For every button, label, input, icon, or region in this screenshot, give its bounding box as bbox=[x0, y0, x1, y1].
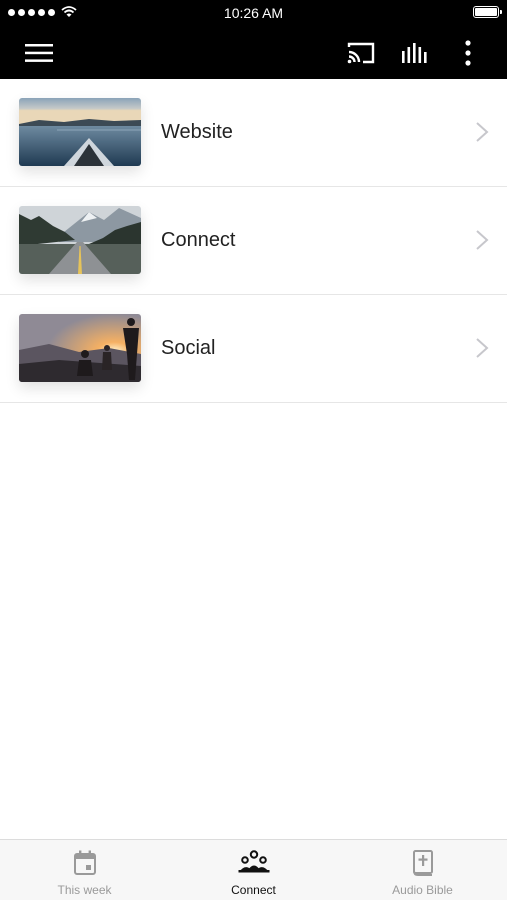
more-vert-icon bbox=[465, 39, 471, 66]
status-bar: 10:26 AM bbox=[0, 0, 507, 26]
bible-icon bbox=[412, 850, 433, 876]
battery-icon bbox=[473, 6, 502, 18]
tab-bar: This week Connect Audio Bible bbox=[0, 839, 507, 900]
calendar-icon bbox=[73, 850, 96, 875]
cast-button[interactable] bbox=[337, 26, 385, 79]
connect-list: Website Connect Social bbox=[0, 79, 507, 403]
people-icon bbox=[238, 850, 269, 873]
tab-label: Connect bbox=[231, 883, 276, 897]
sunset-people-photo bbox=[19, 314, 141, 382]
tab-label: This week bbox=[57, 883, 112, 897]
tab-label: Audio Bible bbox=[392, 883, 453, 897]
audio-button[interactable] bbox=[391, 26, 439, 79]
list-item-website[interactable]: Website bbox=[0, 79, 507, 187]
mountain-road-photo bbox=[19, 206, 141, 274]
tab-audio-bible[interactable]: Audio Bible bbox=[338, 840, 507, 900]
chevron-right-icon bbox=[476, 338, 489, 358]
list-item-label: Connect bbox=[161, 229, 236, 251]
list-item-social[interactable]: Social bbox=[0, 295, 507, 403]
tab-this-week[interactable]: This week bbox=[0, 840, 169, 900]
list-item-connect[interactable]: Connect bbox=[0, 187, 507, 295]
app-bar bbox=[0, 26, 507, 79]
tab-connect[interactable]: Connect bbox=[169, 840, 338, 900]
lake-kayak-photo bbox=[19, 98, 141, 166]
more-options-button[interactable] bbox=[444, 26, 492, 79]
menu-button[interactable] bbox=[15, 26, 63, 79]
audio-bars-icon bbox=[402, 42, 427, 63]
chevron-right-icon bbox=[476, 122, 489, 142]
list-item-label: Website bbox=[161, 121, 233, 143]
menu-icon bbox=[25, 43, 53, 62]
chevron-right-icon bbox=[476, 230, 489, 250]
status-time: 10:26 AM bbox=[223, 5, 284, 21]
cast-icon bbox=[347, 42, 375, 63]
list-item-label: Social bbox=[161, 337, 216, 359]
